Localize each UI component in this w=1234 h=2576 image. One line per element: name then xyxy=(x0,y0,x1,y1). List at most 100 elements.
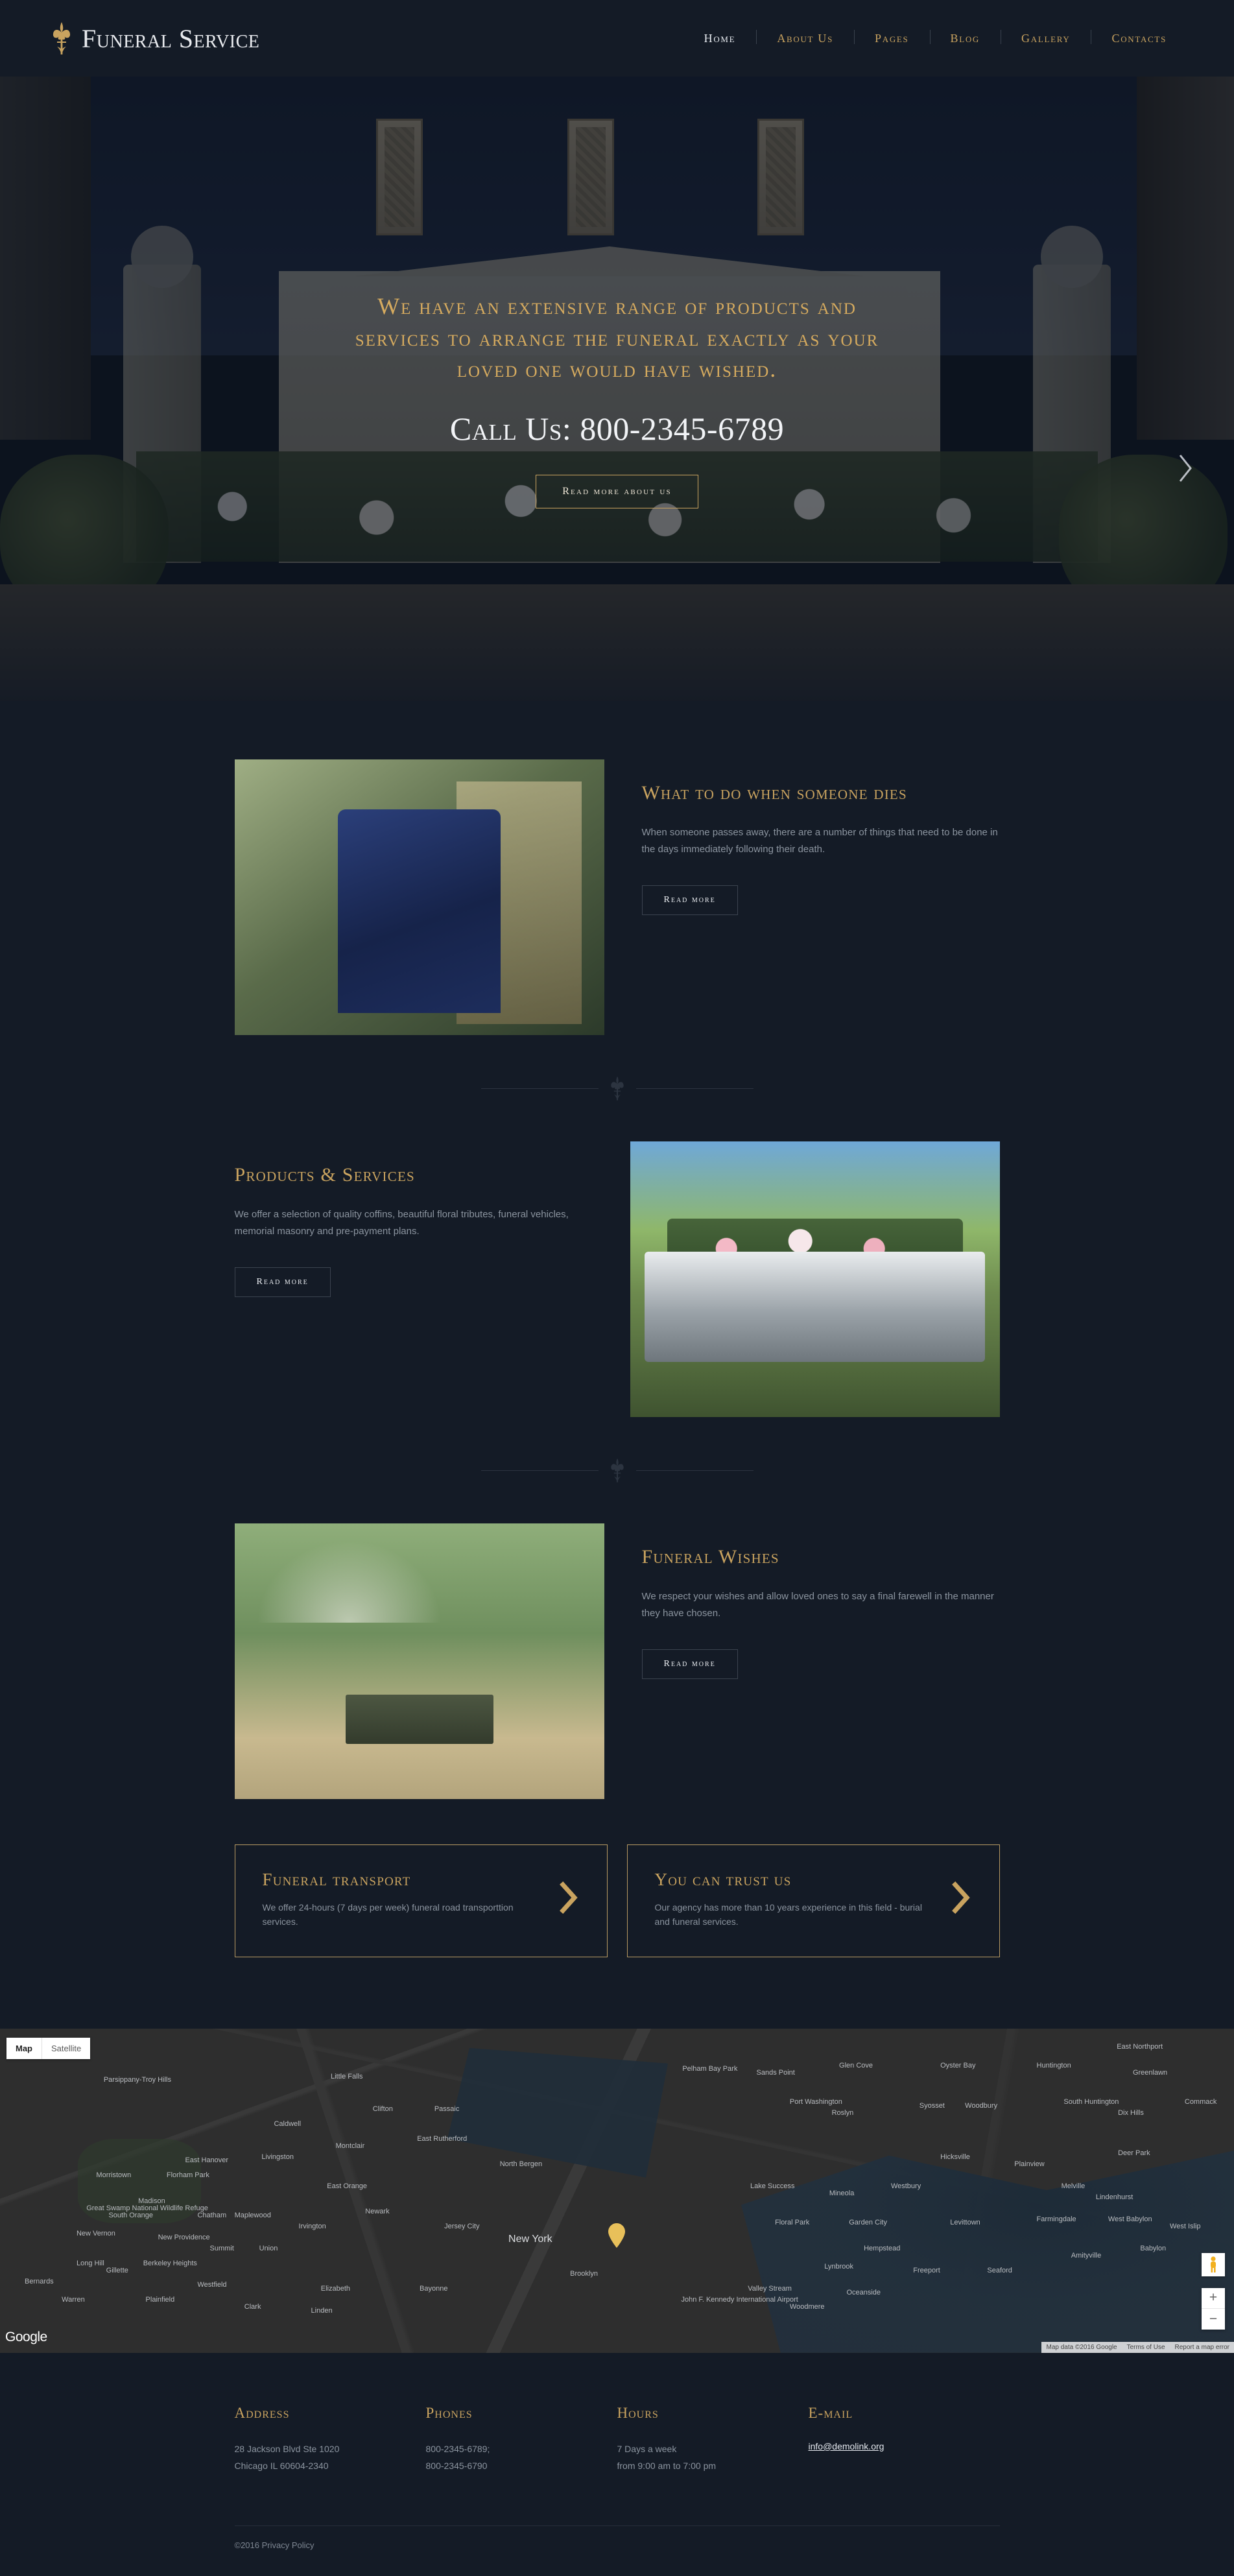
nav-item-gallery[interactable]: Gallery xyxy=(1001,29,1091,48)
google-logo: Google xyxy=(5,2329,47,2344)
map-place-label: Oyster Bay xyxy=(940,2061,976,2069)
map-place-label: Greenlawn xyxy=(1132,2068,1168,2077)
map-place-label: Little Falls xyxy=(331,2072,363,2081)
footer-phone-line-2: 800-2345-6790 xyxy=(425,2460,488,2471)
map-report-error[interactable]: Report a map error xyxy=(1169,2341,1234,2353)
map-place-label: Valley Stream xyxy=(748,2285,792,2293)
map-zoom-out-button[interactable]: − xyxy=(1202,2309,1225,2330)
chevron-right-icon xyxy=(558,1879,580,1919)
map-place-label: Syosset xyxy=(919,2101,945,2110)
feature-image-funeral-wishes xyxy=(234,1523,604,1799)
nav-item-pages[interactable]: Pages xyxy=(854,29,929,48)
map-place-label: Levittown xyxy=(950,2219,980,2227)
map-toggle-satellite[interactable]: Satellite xyxy=(42,2038,90,2059)
map-place-label: Hempstead xyxy=(864,2244,901,2252)
map-terms-of-use[interactable]: Terms of Use xyxy=(1121,2341,1170,2353)
footer-column-title: Address xyxy=(234,2404,290,2421)
map-zoom-in-button[interactable]: + xyxy=(1202,2288,1225,2309)
map-place-label: Gillette xyxy=(106,2266,128,2274)
footer-phone-line-1: 800-2345-6789; xyxy=(425,2443,490,2454)
fleur-de-lis-divider-icon xyxy=(610,1076,624,1101)
cta-you-can-trust-us[interactable]: You can trust us Our agency has more tha… xyxy=(626,1844,1000,1957)
cta-funeral-transport[interactable]: Funeral transport We offer 24-hours (7 d… xyxy=(234,1844,608,1957)
feature-read-more-button[interactable]: Read more xyxy=(641,885,738,915)
map-place-label: Huntington xyxy=(1036,2061,1071,2069)
map-toggle-map[interactable]: Map xyxy=(6,2037,42,2059)
hero-next-arrow-icon[interactable] xyxy=(1177,453,1194,484)
footer-hours-line-1: 7 Days a week xyxy=(617,2443,677,2454)
map-place-label: Farmingdale xyxy=(1036,2215,1076,2223)
feature-description: We respect your wishes and allow loved o… xyxy=(641,1590,994,1619)
map-place-label: Deer Park xyxy=(1118,2149,1150,2158)
map-place-label: Lynbrook xyxy=(824,2263,854,2271)
map-place-label: East Hanover xyxy=(185,2156,229,2165)
map-place-label: Woodbury xyxy=(965,2101,998,2110)
map-place-label: Glen Cove xyxy=(839,2061,873,2069)
cta-boxes: Funeral transport We offer 24-hours (7 d… xyxy=(234,1844,1000,2029)
map-place-label: Caldwell xyxy=(274,2119,302,2128)
feature-read-more-button[interactable]: Read more xyxy=(234,1267,331,1297)
map-place-label: Commack xyxy=(1184,2098,1217,2106)
map-place-label: Bayonne xyxy=(420,2285,448,2293)
cta-title: You can trust us xyxy=(654,1870,792,1889)
map-place-label: Linden xyxy=(311,2306,333,2315)
map-place-label: Garden City xyxy=(849,2219,887,2227)
map-place-label: Woodmere xyxy=(789,2303,825,2311)
map-place-label: New York xyxy=(508,2234,552,2245)
footer-email-link[interactable]: info@demolink.org xyxy=(809,2441,884,2451)
cta-title: Funeral transport xyxy=(262,1870,411,1889)
map-place-label: Morristown xyxy=(96,2171,132,2180)
map-place-label: Sands Point xyxy=(756,2068,795,2077)
map-place-label: Madison xyxy=(138,2197,165,2205)
map-place-label: Lindenhurst xyxy=(1095,2193,1133,2201)
hero-slider: chevron-left-icon We have an extensive r… xyxy=(0,77,1234,701)
map-type-toggle[interactable]: Map Satellite xyxy=(6,2037,91,2059)
hero-headline: We have an extensive range of products a… xyxy=(355,293,879,383)
map-place-label: Maplewood xyxy=(234,2212,271,2220)
hero-content: We have an extensive range of products a… xyxy=(0,291,1234,508)
copyright-text: ©2016 Privacy Policy xyxy=(234,2540,314,2550)
footer-column-hours: Hours 7 Days a week from 9:00 am to 7:00… xyxy=(617,2405,809,2475)
cta-description: We offer 24-hours (7 days per week) fune… xyxy=(262,1902,514,1927)
map-place-label: Pelham Bay Park xyxy=(682,2065,738,2073)
map-place-label: Plainview xyxy=(1014,2160,1045,2169)
map-place-label: Hicksville xyxy=(940,2153,970,2161)
feature-read-more-button[interactable]: Read more xyxy=(641,1649,738,1679)
footer-address-line-2: Chicago IL 60604-2340 xyxy=(234,2460,329,2471)
map-place-label: Union xyxy=(259,2244,278,2252)
map-place-label: Jersey City xyxy=(444,2223,480,2231)
nav-item-blog[interactable]: Blog xyxy=(929,29,1001,48)
hero-read-more-button[interactable]: Read more about us xyxy=(536,474,698,508)
footer-column-title: E-mail xyxy=(808,2404,853,2421)
site-header: Funeral Service Home About Us Pages Blog… xyxy=(0,0,1234,77)
map-place-label: Freeport xyxy=(913,2266,940,2274)
map-place-label: North Bergen xyxy=(499,2160,543,2169)
nav-item-home[interactable]: Home xyxy=(683,29,757,48)
map-pin-icon[interactable] xyxy=(608,2223,625,2248)
map-place-label: Mineola xyxy=(829,2189,855,2198)
map-place-label: Floral Park xyxy=(775,2219,810,2227)
footer-address-line-1: 28 Jackson Blvd Ste 1020 xyxy=(234,2443,340,2454)
map-place-label: New Vernon xyxy=(76,2230,115,2238)
map-zoom-controls[interactable]: + − xyxy=(1202,2287,1225,2330)
main-nav: Home About Us Pages Blog Gallery Contact… xyxy=(683,29,1187,48)
map-place-label: Berkeley Heights xyxy=(143,2259,197,2267)
map-place-label: Westfield xyxy=(197,2281,227,2289)
nav-item-about-us[interactable]: About Us xyxy=(756,29,854,48)
location-map[interactable]: Parsippany-Troy Hills Little Falls Clifton… xyxy=(0,2028,1234,2353)
feature-image-products-services xyxy=(630,1141,1000,1417)
map-place-label: Seaford xyxy=(987,2266,1012,2274)
feature-title: Products & Services xyxy=(234,1164,415,1186)
map-place-label: Amityville xyxy=(1071,2252,1102,2260)
feature-description: When someone passes away, there are a nu… xyxy=(641,826,998,855)
map-place-label: Clifton xyxy=(372,2105,393,2114)
map-place-label: Great Swamp National Wildlife Refuge xyxy=(86,2204,208,2212)
feature-image-what-to-do xyxy=(234,759,604,1035)
brand-name: Funeral Service xyxy=(82,23,260,53)
brand-logo[interactable]: Funeral Service xyxy=(51,21,259,56)
footer-column-email: E-mail info@demolink.org xyxy=(809,2405,1000,2475)
nav-item-contacts[interactable]: Contacts xyxy=(1091,29,1187,48)
street-view-pegman-icon[interactable] xyxy=(1202,2252,1225,2276)
fleur-de-lis-divider-icon xyxy=(610,1458,624,1483)
map-place-label: West Islip xyxy=(1170,2223,1201,2231)
